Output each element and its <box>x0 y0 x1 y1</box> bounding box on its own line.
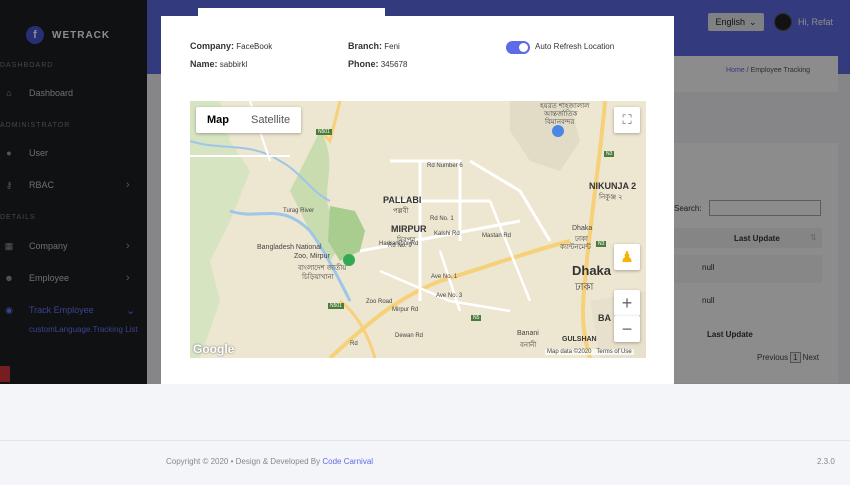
map-label: Dhaka <box>572 225 593 232</box>
phone-value: 345678 <box>380 60 408 69</box>
map-label: নিকুঞ্জ ২ <box>599 194 623 201</box>
branch-label: Branch: <box>348 41 383 51</box>
street-label: Mirpur Rd <box>392 307 419 313</box>
road-shield: N501 <box>328 303 344 309</box>
street-label: Rd <box>350 341 358 347</box>
street-view-pegman-icon[interactable]: ♟ <box>614 244 640 270</box>
map-type-control: Map Satellite <box>196 107 302 133</box>
branch-value: Feni <box>384 42 400 51</box>
map-label: BA <box>598 313 611 323</box>
map-label: MIRPUR <box>391 224 427 234</box>
street-label: Rd No. 1 <box>430 216 454 222</box>
copyright-text: Copyright © 2020 • Design & Developed By <box>166 457 321 466</box>
company-info: Company: FaceBook <box>190 41 272 51</box>
street-label: Mastan Rd <box>482 233 512 239</box>
map-label: NIKUNJA 2 <box>589 181 637 191</box>
phone-label: Phone: <box>348 59 379 69</box>
zoom-in-button[interactable]: + <box>614 290 640 316</box>
map-label: Dhaka <box>572 263 612 278</box>
footer-divider <box>0 440 850 441</box>
map-label: GULSHAN <box>562 336 597 343</box>
map-label: PALLABI <box>383 195 422 205</box>
map-label: চিড়িয়াখানা <box>302 274 334 281</box>
auto-refresh-label: Auto Refresh Location <box>535 42 615 51</box>
road-shield: N5 <box>471 315 482 321</box>
highway-n501 <box>318 101 342 144</box>
developer-link[interactable]: Code Carnival <box>322 457 373 466</box>
map-label: বনানী <box>520 342 537 349</box>
street-label: Dewan Rd <box>395 333 424 339</box>
green-area <box>190 101 250 358</box>
highway-n501 <box>339 299 377 358</box>
map-attribution: Map data ©2020 Terms of Use <box>545 349 634 355</box>
road-shield: N501 <box>316 129 332 135</box>
zoom-out-button[interactable]: − <box>614 316 640 342</box>
phone-info: Phone: 345678 <box>348 59 407 69</box>
name-info: Name: sabbirkl <box>190 59 247 69</box>
fullscreen-button[interactable]: ⛶ <box>614 107 640 133</box>
version-label: 2.3.0 <box>817 457 835 466</box>
map-type-map-button[interactable]: Map <box>196 107 240 133</box>
map-label: Banani <box>517 330 539 337</box>
road-shield: N3 <box>604 151 615 157</box>
name-label: Name: <box>190 59 218 69</box>
map-label: পল্লবী <box>393 208 409 215</box>
map-type-satellite-button[interactable]: Satellite <box>240 107 301 133</box>
modal-top-tab <box>198 8 385 20</box>
street-label: Ave No. 1 <box>431 274 458 280</box>
company-value: FaceBook <box>236 42 273 51</box>
google-logo: Google <box>193 342 235 356</box>
map-label: বিমানবন্দর <box>545 119 575 126</box>
street-label: Ave No. 3 <box>436 293 463 299</box>
footer: Copyright © 2020 • Design & Developed By… <box>166 457 373 466</box>
map-label: ক্যান্টনমেন্ট <box>560 244 591 251</box>
map-data-text: Map data ©2020 <box>547 349 592 355</box>
map-label: Zoo, Mirpur <box>294 253 330 260</box>
street-label: Harirampur Rd <box>379 241 419 247</box>
street-label: Zoo Road <box>366 299 393 305</box>
street-label: Rd Number 6 <box>427 163 463 169</box>
company-label: Company: <box>190 41 235 51</box>
road-shield: N3 <box>596 241 607 247</box>
street-label: Turag River <box>283 208 315 214</box>
terms-link[interactable]: Terms of Use <box>596 349 631 355</box>
branch-info: Branch: Feni <box>348 41 400 51</box>
google-map[interactable]: PALLABI পল্লবী MIRPUR মিরপুর Bangladesh … <box>190 101 646 358</box>
name-value: sabbirkl <box>219 60 248 69</box>
auto-refresh-toggle[interactable] <box>506 41 530 54</box>
street-label: Kalshi Rd <box>434 231 460 237</box>
map-label: Bangladesh National <box>257 244 322 251</box>
map-label: ঢাকা <box>575 282 594 293</box>
